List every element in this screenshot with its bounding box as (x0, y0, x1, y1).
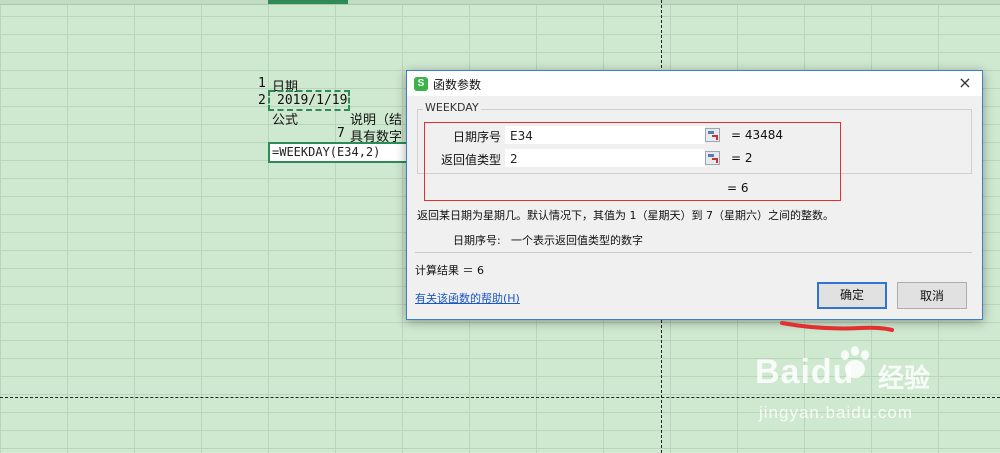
watermark-url: jingyan.baidu.com (759, 403, 914, 422)
watermark-chinese: 经验 (878, 364, 931, 394)
baidu-watermark: Baidu 经验 jingyan.baidu.com (755, 345, 995, 430)
paw-icon (841, 346, 869, 378)
